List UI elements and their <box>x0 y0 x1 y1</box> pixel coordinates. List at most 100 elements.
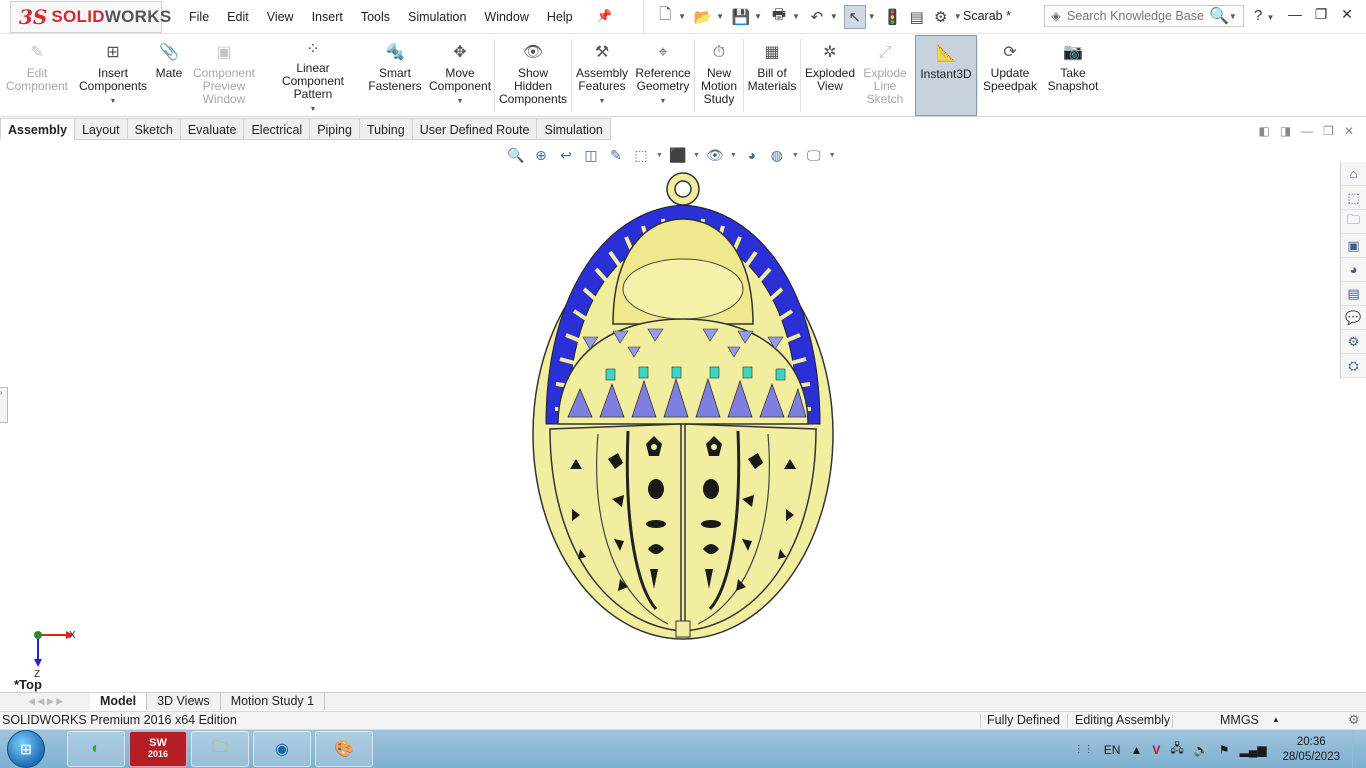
chevron-down-icon[interactable]: ▼ <box>310 103 317 116</box>
chevron-down-icon[interactable]: ▼ <box>660 95 667 108</box>
undo-icon[interactable]: ↶ <box>806 5 828 29</box>
chevron-down-icon[interactable]: ▼ <box>110 95 117 108</box>
update-speedpak-button[interactable]: ⟳ Update Speedpak <box>978 35 1042 116</box>
new-document-icon[interactable]: 🗋 <box>654 5 676 29</box>
menu-window[interactable]: Window <box>475 10 537 24</box>
taskbar-keyshot-icon[interactable]: ◉ <box>253 731 311 767</box>
minimize-icon[interactable]: — <box>1282 6 1308 23</box>
tab-sketch[interactable]: Sketch <box>126 118 181 140</box>
menu-view[interactable]: View <box>258 10 303 24</box>
save-dropdown-icon[interactable]: ▼ <box>754 12 762 21</box>
taskbar-paint-icon[interactable]: 🎨 <box>315 731 373 767</box>
graphics-area[interactable]: 🔍 ⊕ ↩ ◫ ✎ ⬚ ▼ ⬛ ▼ 👁 ▼ ◕ ◍ ▼ 🖵 ▼ X Z *Top… <box>0 141 1340 692</box>
menu-edit[interactable]: Edit <box>218 10 258 24</box>
start-button[interactable]: ⊞ <box>7 730 45 768</box>
action-center-flag-icon[interactable]: ⚑ <box>1219 743 1230 757</box>
print-icon[interactable]: 🖶 <box>768 5 790 29</box>
search-icon[interactable]: 🔍 <box>1209 6 1229 26</box>
tile-left-icon[interactable]: ◧ <box>1258 124 1269 138</box>
menu-insert[interactable]: Insert <box>303 10 352 24</box>
edit-appearance-icon[interactable]: ◕ <box>742 145 762 165</box>
solidworks-logo[interactable]: 3S SOLIDWORKS <box>10 0 171 33</box>
search-box[interactable]: ◈ 🔍 ▼ <box>1044 5 1244 27</box>
custom-properties-icon[interactable]: ▤ <box>1341 282 1366 306</box>
component-preview-button[interactable]: ▣ Component Preview Window <box>186 35 262 116</box>
system-clock[interactable]: 20:36 28/05/2023 <box>1282 735 1340 765</box>
move-component-button[interactable]: ✥ Move Component ▼ <box>426 35 494 116</box>
show-desktop-button[interactable] <box>1352 730 1366 768</box>
instant3d-button[interactable]: 📐 Instant3D <box>915 35 977 116</box>
select-pointer-icon[interactable]: ↖ <box>843 4 866 29</box>
restore-icon[interactable]: ❐ <box>1308 6 1334 23</box>
tab-simulation[interactable]: Simulation <box>536 118 611 140</box>
show-hidden-tray-icon[interactable]: ▲ <box>1130 743 1142 757</box>
view-settings-icon[interactable]: 🖵 <box>804 145 824 165</box>
unit-system[interactable]: MMGS <box>1220 713 1259 727</box>
taskbar-file-explorer-icon[interactable]: 🗀 <box>191 731 249 767</box>
previous-view-icon[interactable]: ↩ <box>556 145 576 165</box>
file-explorer-icon[interactable]: 🗀 <box>1341 210 1366 234</box>
new-motion-study-button[interactable]: ⏱ New Motion Study <box>695 35 743 116</box>
edit-component-button[interactable]: ✎ Edit Component <box>0 35 74 116</box>
options-dropdown-icon[interactable]: ▼ <box>954 12 962 21</box>
insert-components-button[interactable]: ⊞ Insert Components ▼ <box>74 35 152 116</box>
zoom-to-fit-icon[interactable]: 🔍 <box>506 145 526 165</box>
network-error-tray-icon[interactable]: 🖧 <box>1170 739 1183 760</box>
taskbar-app-green-icon[interactable]: ◐ <box>67 731 125 767</box>
explode-line-sketch-button[interactable]: ⤢ Explode Line Sketch <box>859 35 911 116</box>
tab-layout[interactable]: Layout <box>74 118 128 140</box>
menu-simulation[interactable]: Simulation <box>399 10 475 24</box>
tab-tubing[interactable]: Tubing <box>358 118 413 140</box>
file-properties-icon[interactable]: ▤ <box>906 5 928 29</box>
menu-file[interactable]: File <box>180 10 218 24</box>
select-dropdown-icon[interactable]: ▼ <box>868 12 876 21</box>
open-dropdown-icon[interactable]: ▼ <box>716 12 724 21</box>
apply-scene-icon[interactable]: ◍ <box>767 145 787 165</box>
pin-icon[interactable]: 📌 <box>588 9 622 24</box>
tile-right-icon[interactable]: ◨ <box>1280 124 1291 138</box>
save-icon[interactable]: 💾 <box>730 5 752 29</box>
menu-tools[interactable]: Tools <box>352 10 399 24</box>
print-dropdown-icon[interactable]: ▼ <box>792 12 800 21</box>
undo-dropdown-icon[interactable]: ▼ <box>830 12 838 21</box>
search-input[interactable] <box>1067 9 1207 23</box>
solidworks-resources-icon[interactable]: ⌂ <box>1341 162 1366 186</box>
open-icon[interactable]: 📂 <box>692 5 714 29</box>
hide-show-items-icon[interactable]: 👁 <box>705 145 725 165</box>
view-orientation-icon[interactable]: ⬚ <box>631 145 651 165</box>
scarab-model[interactable] <box>528 169 838 644</box>
tab-3d-views[interactable]: 3D Views <box>147 693 221 710</box>
assembly-features-button[interactable]: ⚒ Assembly Features ▼ <box>572 35 632 116</box>
rebuild-icon[interactable]: 🚦 <box>882 5 904 29</box>
customize-status-icon[interactable]: ⚙ <box>1348 712 1360 728</box>
zoom-to-area-icon[interactable]: ⊕ <box>531 145 551 165</box>
volume-icon[interactable]: 🔊 <box>1194 743 1209 757</box>
tab-user-defined-route[interactable]: User Defined Route <box>411 118 538 140</box>
design-library-icon[interactable]: ⬚ <box>1341 186 1366 210</box>
linear-pattern-button[interactable]: ⁘ Linear Component Pattern ▼ <box>262 35 364 116</box>
doc-restore-icon[interactable]: ❐ <box>1323 124 1334 138</box>
doc-minimize-icon[interactable]: — <box>1301 124 1313 138</box>
language-indicator[interactable]: EN <box>1104 743 1121 757</box>
tab-scroll-arrows[interactable]: ◀ ◀ ▶ ▶ <box>28 696 90 707</box>
tab-assembly[interactable]: Assembly <box>0 118 76 140</box>
menu-help[interactable]: Help <box>538 10 582 24</box>
unit-dropdown-icon[interactable]: ▲ <box>1272 715 1280 724</box>
search-dropdown-icon[interactable]: ▼ <box>1229 12 1237 21</box>
smart-fasteners-button[interactable]: 🔩 Smart Fasteners <box>364 35 426 116</box>
dynamic-annotation-icon[interactable]: ✎ <box>606 145 626 165</box>
toolbox-icon[interactable]: ⛭ <box>1341 354 1366 378</box>
signal-strength-icon[interactable]: ▂▄▆ <box>1239 743 1266 757</box>
bill-of-materials-button[interactable]: ▦ Bill of Materials <box>744 35 800 116</box>
section-view-icon[interactable]: ◫ <box>581 145 601 165</box>
tab-electrical[interactable]: Electrical <box>243 118 311 140</box>
help-icon[interactable]: ? ▼ <box>1254 7 1280 24</box>
display-style-icon[interactable]: ⬛ <box>668 145 688 165</box>
exploded-view-button[interactable]: ✲ Exploded View <box>801 35 859 116</box>
show-hidden-button[interactable]: 👁 Show Hidden Components <box>495 35 571 116</box>
view-palette-icon[interactable]: ▣ <box>1341 234 1366 258</box>
taskbar-solidworks-icon[interactable]: SW 2016 <box>129 731 187 767</box>
options-gear-icon[interactable]: ⚙ <box>930 5 952 29</box>
solidworks-plastics-icon[interactable]: ⚙ <box>1341 330 1366 354</box>
chevron-down-icon[interactable]: ▼ <box>457 95 464 108</box>
